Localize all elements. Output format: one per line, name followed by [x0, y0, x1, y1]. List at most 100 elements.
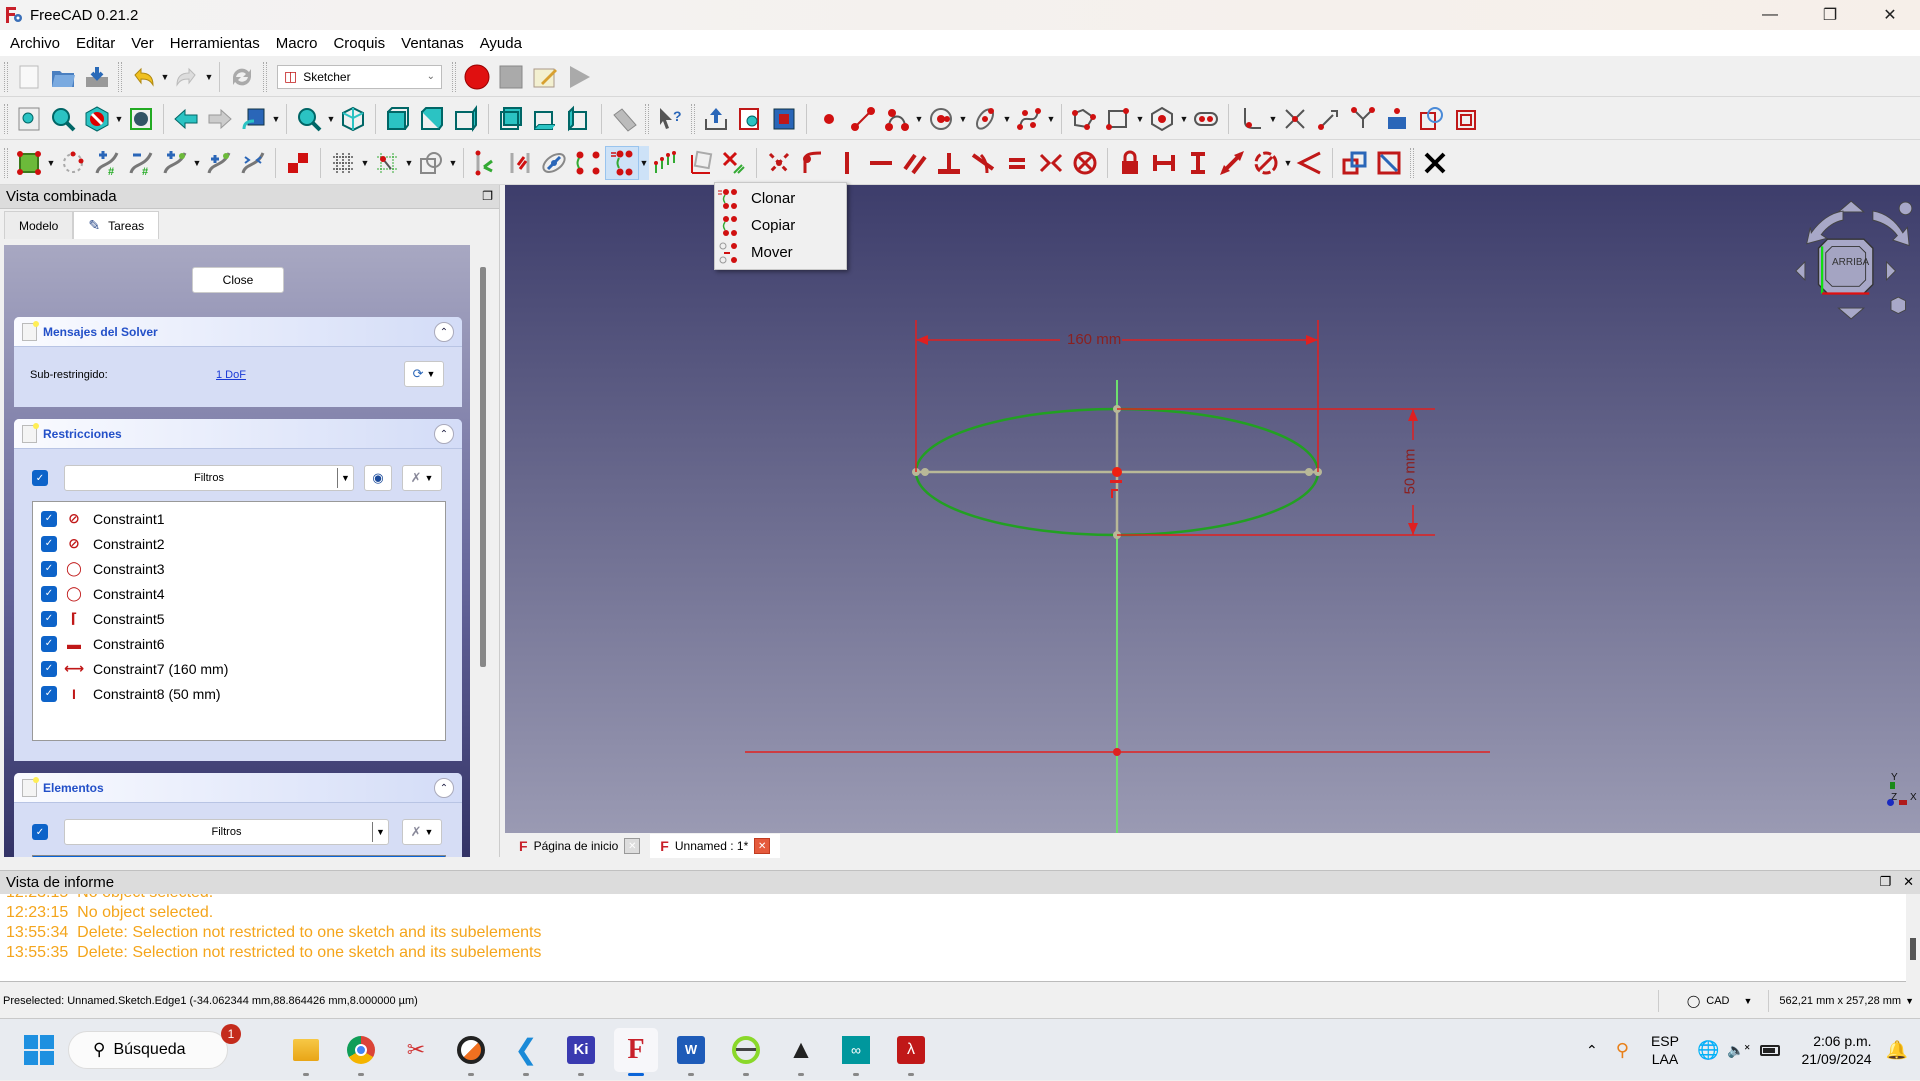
- battery-icon[interactable]: [1759, 1044, 1780, 1056]
- toolbar-grip[interactable]: [4, 103, 8, 134]
- rotate-polar-icon[interactable]: [537, 146, 571, 180]
- menu-item-clonar[interactable]: Clonar: [717, 185, 844, 212]
- constrain-radius-icon[interactable]: [1249, 146, 1283, 180]
- constrain-distance-icon[interactable]: [1215, 146, 1249, 180]
- menu-herramientas[interactable]: Herramientas: [162, 35, 268, 52]
- list-item[interactable]: ✓ ◯ Constraint4: [33, 581, 445, 606]
- 3d-viewport[interactable]: 160 mm 50 mm ARRIBA Y Z X: [505, 185, 1920, 833]
- taskbar-freecad[interactable]: F: [614, 1027, 658, 1076]
- view-sketch-icon[interactable]: [733, 102, 767, 136]
- constraint-checkbox[interactable]: ✓: [41, 510, 57, 527]
- constrain-coincident-icon[interactable]: [762, 146, 796, 180]
- grid-icon[interactable]: [326, 146, 360, 180]
- network-icon[interactable]: 🌐: [1697, 1040, 1719, 1061]
- create-line-icon[interactable]: [846, 102, 880, 136]
- draw-style-icon[interactable]: [80, 102, 114, 136]
- offset-icon[interactable]: [571, 146, 605, 180]
- constraint-checkbox[interactable]: ✓: [41, 585, 57, 602]
- delete-all-constraints-icon[interactable]: [717, 146, 751, 180]
- list-item[interactable]: ✓ I Constraint8 (50 mm): [33, 681, 445, 706]
- view-left-icon[interactable]: [562, 102, 596, 136]
- add-bspline-knot-icon[interactable]: #: [90, 146, 124, 180]
- constrain-horizontal-icon[interactable]: [864, 146, 898, 180]
- taskbar-kicad[interactable]: Ki: [559, 1028, 603, 1076]
- taskbar-arduino[interactable]: ∞: [834, 1028, 878, 1076]
- constrain-block-icon[interactable]: [1068, 146, 1102, 180]
- close-panel-icon[interactable]: ✕: [1903, 874, 1914, 890]
- macro-run-button[interactable]: [562, 60, 596, 94]
- view-right-icon[interactable]: [449, 102, 483, 136]
- macro-record-button[interactable]: [460, 60, 494, 94]
- toggle-driving-icon[interactable]: [1338, 146, 1372, 180]
- navigation-style-selector[interactable]: ◯ CAD ▼: [1657, 990, 1769, 1012]
- fillet-icon[interactable]: [1234, 102, 1268, 136]
- fillet-dropdown[interactable]: ▼: [1268, 114, 1278, 124]
- constraint-checkbox[interactable]: ✓: [41, 635, 57, 652]
- copy-clone-move-button[interactable]: [605, 145, 639, 180]
- close-sketch-icon[interactable]: [1418, 146, 1452, 180]
- undo-dropdown[interactable]: ▼: [160, 72, 170, 82]
- constrain-point-on-object-icon[interactable]: [796, 146, 830, 180]
- create-circle-icon[interactable]: [924, 102, 958, 136]
- rendering-order-dropdown[interactable]: ▼: [448, 158, 458, 168]
- arc-dropdown[interactable]: ▼: [914, 114, 924, 124]
- macro-edit-button[interactable]: [528, 60, 562, 94]
- rectangle-dropdown[interactable]: ▼: [1135, 114, 1145, 124]
- validate-sketch-icon[interactable]: [12, 146, 46, 180]
- taskbar-blender[interactable]: [449, 1028, 493, 1076]
- join-curves-icon[interactable]: [236, 146, 270, 180]
- constrain-perpendicular-icon[interactable]: [932, 146, 966, 180]
- taskbar-inkscape[interactable]: ▲: [779, 1028, 823, 1076]
- vertical-dimension-label[interactable]: 50 mm: [1401, 449, 1418, 495]
- rectangular-array-icon[interactable]: [649, 146, 683, 180]
- radius-dropdown[interactable]: ▼: [1283, 158, 1293, 168]
- snap-dropdown[interactable]: ▼: [404, 158, 414, 168]
- report-scrollbar[interactable]: [1906, 894, 1920, 982]
- macro-stop-button[interactable]: [494, 60, 528, 94]
- zoom-dropdown[interactable]: ▼: [326, 114, 336, 124]
- constrain-lock-icon[interactable]: [1113, 146, 1147, 180]
- toolbar-grip[interactable]: [1410, 147, 1414, 178]
- constrain-vertical-icon[interactable]: [830, 146, 864, 180]
- taskbar-word[interactable]: W: [669, 1028, 713, 1076]
- taskbar-snipping-tool[interactable]: ✂: [394, 1028, 438, 1072]
- toggle-active-icon[interactable]: [1372, 146, 1406, 180]
- menu-item-mover[interactable]: Mover: [717, 239, 844, 266]
- constrain-vertical-distance-icon[interactable]: [1181, 146, 1215, 180]
- construction-mode-icon[interactable]: [1448, 102, 1482, 136]
- redo-dropdown[interactable]: ▼: [204, 72, 214, 82]
- undo-button[interactable]: [126, 60, 160, 94]
- trim-icon[interactable]: [1278, 102, 1312, 136]
- rendering-order-icon[interactable]: [414, 146, 448, 180]
- view-isometric-icon[interactable]: [336, 102, 370, 136]
- symmetry-icon[interactable]: [469, 146, 503, 180]
- send-to-icon[interactable]: [237, 102, 271, 136]
- constrain-equal-icon[interactable]: [1000, 146, 1034, 180]
- validate-dropdown[interactable]: ▼: [46, 158, 56, 168]
- taskbar-acrobat[interactable]: λ: [889, 1028, 933, 1076]
- toolbar-grip[interactable]: [4, 147, 8, 178]
- view-front-icon[interactable]: [381, 102, 415, 136]
- remove-axes-alignment-icon[interactable]: [683, 146, 717, 180]
- create-polygon-icon[interactable]: [1145, 102, 1179, 136]
- constrain-tangent-icon[interactable]: [966, 146, 1000, 180]
- fit-selection-icon[interactable]: [46, 102, 80, 136]
- scrollbar-thumb[interactable]: [480, 267, 486, 667]
- toolbar-grip[interactable]: [691, 103, 695, 134]
- leave-sketch-icon[interactable]: [699, 102, 733, 136]
- workbench-selector[interactable]: ◫ Sketcher ⌄: [277, 64, 442, 89]
- toolbar-grip[interactable]: [645, 103, 649, 134]
- constraint-settings-button[interactable]: ✗ ▼: [402, 465, 442, 491]
- back-arrow-icon[interactable]: [169, 102, 203, 136]
- taskbar-app-green[interactable]: [724, 1028, 768, 1076]
- menu-item-copiar[interactable]: Copiar: [717, 212, 844, 239]
- redo-button[interactable]: [170, 60, 204, 94]
- view-dimensions-selector[interactable]: 562,21 mm x 257,28 mm ▼: [1768, 990, 1920, 1012]
- close-tab-icon[interactable]: ✕: [754, 838, 771, 854]
- send-to-dropdown[interactable]: ▼: [271, 114, 281, 124]
- taskbar-vscode[interactable]: ❮: [504, 1028, 548, 1076]
- toolbar-grip[interactable]: [4, 61, 8, 92]
- switch-virtual-space-icon[interactable]: [281, 146, 315, 180]
- task-panel-scrollbar[interactable]: [476, 245, 490, 857]
- circle-dropdown[interactable]: ▼: [958, 114, 968, 124]
